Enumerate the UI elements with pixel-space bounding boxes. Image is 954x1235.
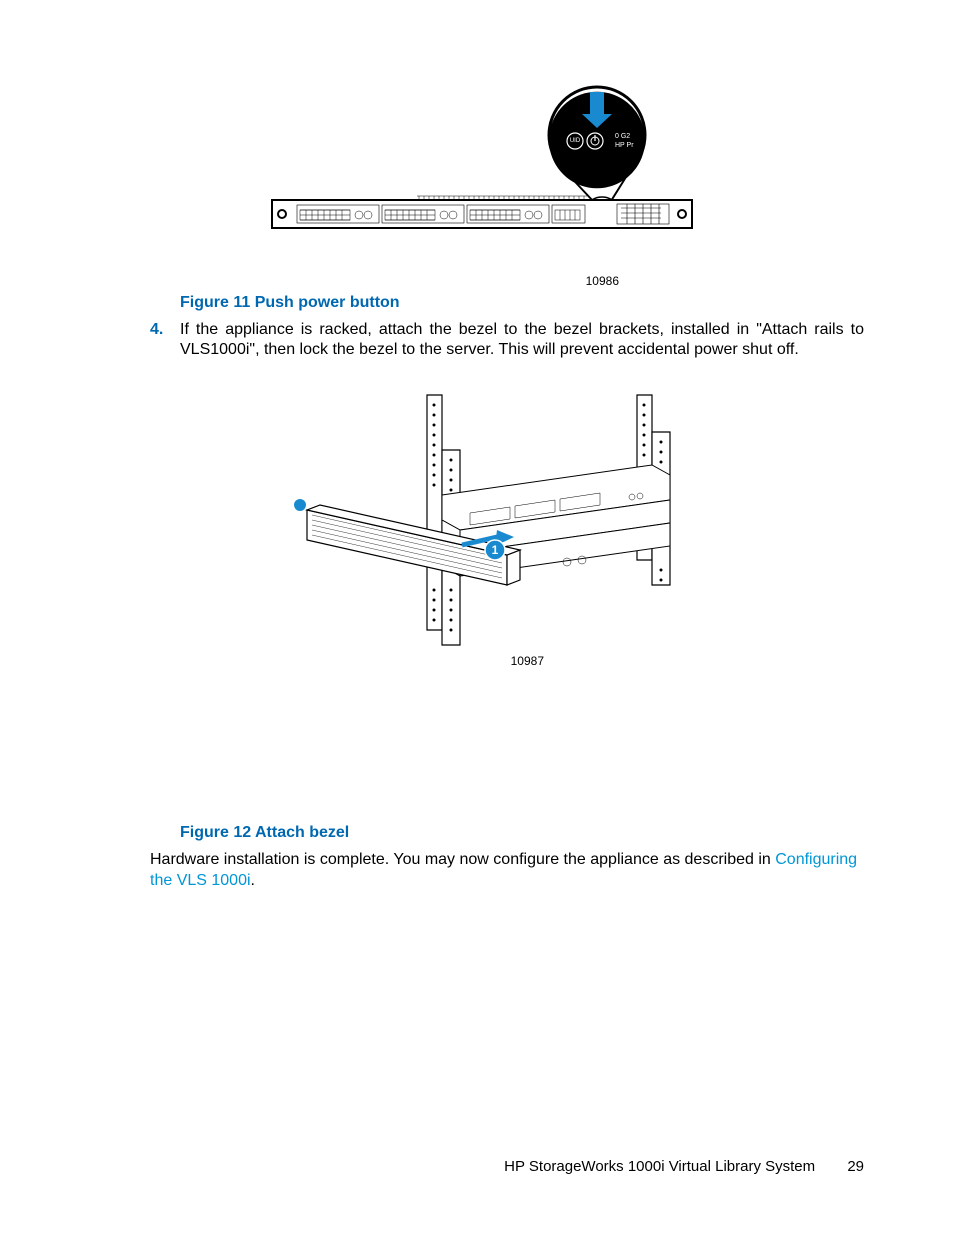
closing-text-pre: Hardware installation is complete. You m… <box>150 851 775 868</box>
figure-12-caption: Figure 12 Attach bezel <box>180 824 864 842</box>
figure-11-caption: Figure 11 Push power button <box>180 294 864 312</box>
step-4: 4. If the appliance is racked, attach th… <box>150 320 864 360</box>
svg-text:1: 1 <box>492 543 499 557</box>
figure-12-id: 10987 <box>100 654 544 668</box>
footer-title: HP StorageWorks 1000i Virtual Library Sy… <box>504 1158 815 1175</box>
step-4-number: 4. <box>150 320 180 340</box>
step-4-text: If the appliance is racked, attach the b… <box>180 320 864 360</box>
figure-11-id: 10986 <box>100 274 619 288</box>
closing-paragraph: Hardware installation is complete. You m… <box>150 850 864 892</box>
svg-text:UID: UID <box>570 138 581 144</box>
page-footer: HP StorageWorks 1000i Virtual Library Sy… <box>504 1158 864 1175</box>
page-number: 29 <box>847 1158 864 1175</box>
svg-text:HP Pr: HP Pr <box>615 142 634 149</box>
svg-text:0 G2: 0 G2 <box>615 133 630 140</box>
figure-12-image: 1 <box>100 390 864 650</box>
closing-text-post: . <box>251 872 255 889</box>
figure-11-image: UID 0 G2 HP Pr <box>100 70 864 270</box>
